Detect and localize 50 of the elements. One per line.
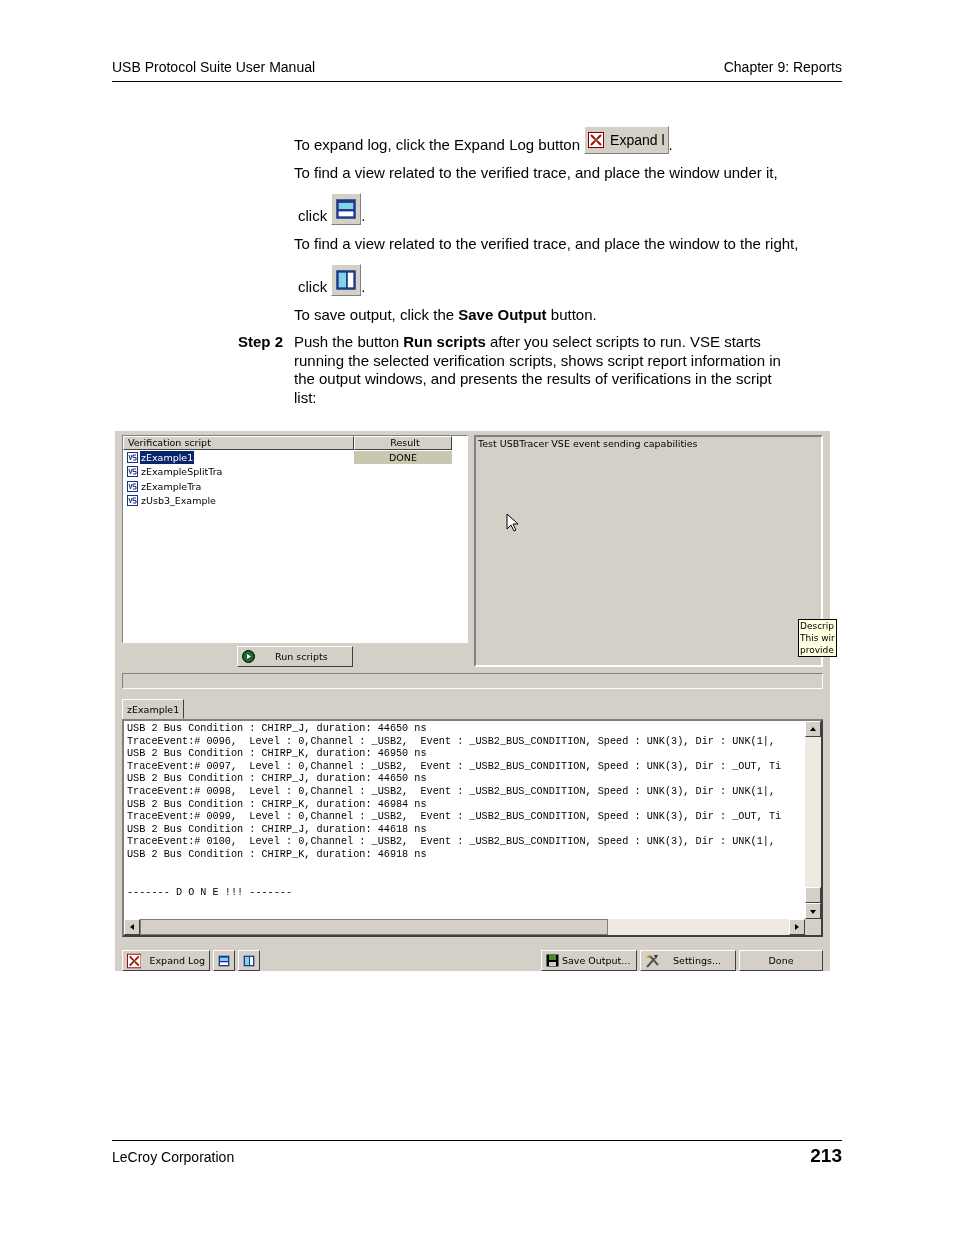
step-label: Step 2 (238, 333, 284, 352)
instruction-text: To expand log, click the Expand Log button (294, 136, 581, 154)
click-text: click (298, 207, 328, 225)
expand-log-button-image: Expand l (584, 126, 669, 154)
run-scripts-button[interactable]: Run scripts (237, 646, 353, 667)
instruction-text: To find a view related to the verified trace, and place the window to the right, (294, 235, 799, 253)
script-name[interactable]: zUsb3_Example (140, 494, 217, 508)
view-button[interactable] (213, 950, 235, 971)
chapter-title: Chapter 9: Reports (723, 59, 842, 75)
dialog-button[interactable]: Save Output... (541, 950, 637, 971)
script-name[interactable]: zExampleTra (140, 479, 203, 493)
script-icon (127, 495, 138, 507)
script-icon (127, 451, 138, 463)
expand-icon (588, 132, 605, 148)
instruction-text: To find a view related to the verified trace, and place the window under it, (294, 164, 778, 182)
script-icon (127, 466, 138, 478)
log-text: USB 2 Bus Condition : CHIRP_J, duration: 44650 ns TraceEvent:# 0096, Level : 0,Channel : _USB2, Event : _USB2_BUS_CONDITION, Speed : UNK(3), Dir : UNK(1|, USB 2 Bus Condition : CHIRP_K, duration: 46950 ns TraceEvent:# 0097, Level : 0,Channel : _USB2, Event : _USB2_BUS_CONDITION, Speed : UNK(3), Dir : _OUT, Ti USB 2 Bus Condition : CHIRP_J, duration: 44650 ns TraceEvent:# 0098, Level : 0,Channel : _USB2, Event : _USB2_BUS_CONDITION, Speed : UNK(3), Dir : UNK(1|, USB 2 Bus Condition : CHIRP_K, duration: 46984 ns TraceEvent:# 0099, Level : 0,Channel : _USB2, Event : _USB2_BUS_CONDITION, Speed : UNK(3), Dir : _OUT, Ti USB 2 Bus Condition : CHIRP_J, duration: 44618 ns TraceEvent:# 0100, Level : 0,Channel : _USB2, Event : _USB2_BUS_CONDITION, Speed : UNK(3), Dir : UNK(1|, USB 2 Bus Condition : CHIRP_K, duration: 46918 ns ------- D O N E !!! ------- (124, 721, 805, 919)
column-header[interactable]: Verification script (123, 436, 354, 450)
play-icon (242, 650, 255, 663)
expand-icon (127, 952, 142, 969)
company-name: LeCroy Corporation (112, 1149, 235, 1165)
page-number: 213 (810, 1147, 842, 1165)
instruction-text: To save output, click the Save Output button. (294, 306, 597, 324)
scrollbar-corner (805, 919, 821, 935)
tooltip-text: This wir (800, 632, 835, 644)
step-text: Push the button Run scripts after you select scripts to run. VSE starts running the selected verification scripts, shows script report information in the output windows, and presents the results of verifications in the script list: (294, 333, 782, 407)
click-text: click (298, 278, 328, 296)
script-icon (127, 480, 138, 492)
view-button[interactable] (238, 950, 260, 971)
dialog-button[interactable]: Settings... (640, 950, 736, 971)
manual-title: USB Protocol Suite User Manual (112, 59, 316, 75)
script-name[interactable]: zExample1 (140, 450, 195, 464)
period-text: . (668, 136, 673, 154)
vertical-scrollbar[interactable] (805, 721, 821, 919)
column-header[interactable]: Result (354, 436, 452, 450)
result-cell: DONE (354, 450, 452, 464)
dialog-button[interactable]: Done (739, 950, 823, 971)
log-tab[interactable]: zExample1 (122, 699, 185, 719)
tools-icon (645, 953, 661, 968)
scroll-thumb[interactable] (805, 887, 821, 903)
period-text: . (361, 278, 366, 296)
description-text: Test USBTracer VSE event sending capabilities (478, 438, 699, 449)
expand-log-button[interactable]: Expand Log (122, 950, 210, 971)
script-name[interactable]: zExampleSplitTra (140, 465, 224, 479)
mouse-cursor-icon (506, 513, 518, 532)
period-text: . (361, 207, 366, 225)
tooltip-text: provide (800, 644, 835, 656)
horizontal-scrollbar[interactable] (124, 919, 805, 935)
tooltip-text: Descrip (800, 620, 835, 632)
done-text: ------- D O N E !!! ------- (127, 886, 294, 900)
